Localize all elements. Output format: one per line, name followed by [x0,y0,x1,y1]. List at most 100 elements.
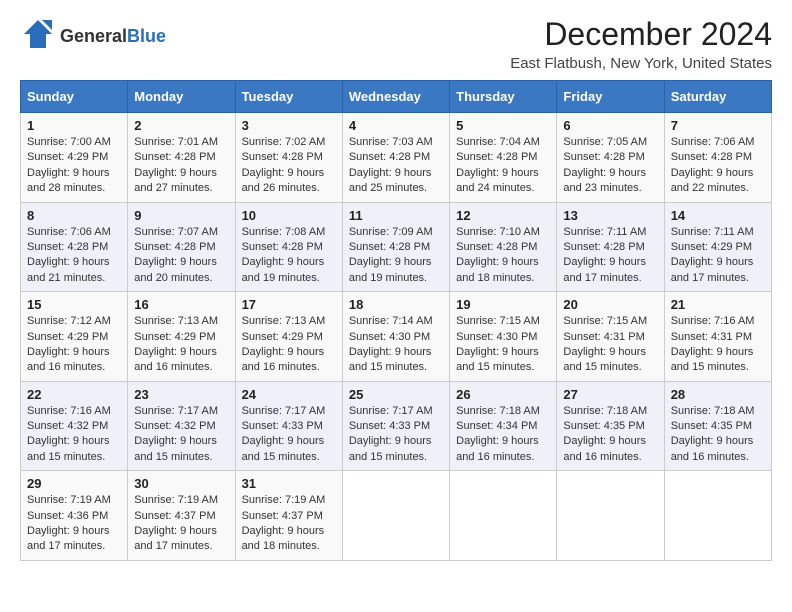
day-number: 25 [349,387,443,402]
day-number: 24 [242,387,336,402]
day-info: Sunrise: 7:18 AMSunset: 4:35 PMDaylight:… [671,404,765,466]
day-cell-20: 20 Sunrise: 7:15 AMSunset: 4:31 PMDayligh… [557,292,664,382]
day-number: 29 [27,476,121,491]
empty-cell [664,471,771,561]
header: General Blue December 2024 East Flatbush… [20,16,772,72]
header-friday: Friday [557,81,664,113]
day-number: 9 [134,208,228,223]
header-sunday: Sunday [21,81,128,113]
day-cell-6: 6 Sunrise: 7:05 AMSunset: 4:28 PMDaylight… [557,113,664,203]
day-number: 6 [563,118,657,133]
day-info: Sunrise: 7:13 AMSunset: 4:29 PMDaylight:… [134,314,228,376]
day-info: Sunrise: 7:15 AMSunset: 4:30 PMDaylight:… [456,314,550,376]
day-info: Sunrise: 7:19 AMSunset: 4:37 PMDaylight:… [134,493,228,555]
day-number: 7 [671,118,765,133]
day-cell-15: 15Sunrise: 7:12 AMSunset: 4:29 PMDayligh… [21,292,128,382]
day-cell-8: 8 Sunrise: 7:06 AMSunset: 4:28 PMDaylight… [21,202,128,292]
day-info: Sunrise: 7:13 AMSunset: 4:29 PMDaylight:… [242,314,336,376]
day-number: 4 [349,118,443,133]
header-saturday: Saturday [664,81,771,113]
page-title: December 2024 [510,16,772,53]
day-info: Sunrise: 7:02 AMSunset: 4:28 PMDaylight:… [242,135,336,197]
logo-icon [20,16,56,57]
day-info: Sunrise: 7:16 AMSunset: 4:31 PMDaylight:… [671,314,765,376]
day-number: 27 [563,387,657,402]
day-cell-2: 2Sunrise: 7:01 AMSunset: 4:28 PMDaylight… [128,113,235,203]
day-number: 18 [349,297,443,312]
header-tuesday: Tuesday [235,81,342,113]
empty-cell [450,471,557,561]
day-info: Sunrise: 7:15 AMSunset: 4:31 PMDaylight:… [563,314,657,376]
day-cell-24: 24 Sunrise: 7:17 AMSunset: 4:33 PMDayligh… [235,381,342,471]
day-number: 28 [671,387,765,402]
calendar-week-1: 1 Sunrise: 7:00 AMSunset: 4:29 PMDaylight… [21,113,772,203]
day-cell-10: 10 Sunrise: 7:08 AMSunset: 4:28 PMDayligh… [235,202,342,292]
calendar-week-3: 15Sunrise: 7:12 AMSunset: 4:29 PMDayligh… [21,292,772,382]
day-number: 12 [456,208,550,223]
day-info: Sunrise: 7:17 AMSunset: 4:33 PMDaylight:… [242,404,336,466]
day-cell-4: 4 Sunrise: 7:03 AMSunset: 4:28 PMDaylight… [342,113,449,203]
day-cell-31: 31 Sunrise: 7:19 AMSunset: 4:37 PMDayligh… [235,471,342,561]
empty-cell [342,471,449,561]
day-cell-1: 1 Sunrise: 7:00 AMSunset: 4:29 PMDaylight… [21,113,128,203]
logo-blue: Blue [127,27,166,47]
day-cell-25: 25Sunrise: 7:17 AMSunset: 4:33 PMDayligh… [342,381,449,471]
day-cell-29: 29 Sunrise: 7:19 AMSunset: 4:36 PMDayligh… [21,471,128,561]
day-info: Sunrise: 7:03 AMSunset: 4:28 PMDaylight:… [349,135,443,197]
day-info: Sunrise: 7:18 AMSunset: 4:35 PMDaylight:… [563,404,657,466]
day-number: 17 [242,297,336,312]
day-cell-9: 9 Sunrise: 7:07 AMSunset: 4:28 PMDaylight… [128,202,235,292]
day-info: Sunrise: 7:01 AMSunset: 4:28 PMDaylight:… [134,135,228,197]
day-cell-19: 19 Sunrise: 7:15 AMSunset: 4:30 PMDayligh… [450,292,557,382]
day-number: 14 [671,208,765,223]
day-info: Sunrise: 7:04 AMSunset: 4:28 PMDaylight:… [456,135,550,197]
day-info: Sunrise: 7:07 AMSunset: 4:28 PMDaylight:… [134,225,228,287]
day-number: 21 [671,297,765,312]
header-monday: Monday [128,81,235,113]
day-info: Sunrise: 7:11 AMSunset: 4:28 PMDaylight:… [563,225,657,287]
day-cell-27: 27 Sunrise: 7:18 AMSunset: 4:35 PMDayligh… [557,381,664,471]
day-cell-13: 13 Sunrise: 7:11 AMSunset: 4:28 PMDayligh… [557,202,664,292]
logo: General Blue [20,16,166,57]
day-info: Sunrise: 7:08 AMSunset: 4:28 PMDaylight:… [242,225,336,287]
day-number: 13 [563,208,657,223]
day-cell-12: 12Sunrise: 7:10 AMSunset: 4:28 PMDayligh… [450,202,557,292]
subtitle: East Flatbush, New York, United States [510,55,772,72]
day-info: Sunrise: 7:19 AMSunset: 4:36 PMDaylight:… [27,493,121,555]
day-number: 19 [456,297,550,312]
title-area: December 2024 East Flatbush, New York, U… [510,16,772,72]
calendar-week-4: 22Sunrise: 7:16 AMSunset: 4:32 PMDayligh… [21,381,772,471]
day-cell-30: 30Sunrise: 7:19 AMSunset: 4:37 PMDayligh… [128,471,235,561]
day-number: 31 [242,476,336,491]
header-wednesday: Wednesday [342,81,449,113]
day-number: 10 [242,208,336,223]
empty-cell [557,471,664,561]
day-info: Sunrise: 7:19 AMSunset: 4:37 PMDaylight:… [242,493,336,555]
day-info: Sunrise: 7:09 AMSunset: 4:28 PMDaylight:… [349,225,443,287]
day-info: Sunrise: 7:12 AMSunset: 4:29 PMDaylight:… [27,314,121,376]
day-number: 11 [349,208,443,223]
day-cell-7: 7Sunrise: 7:06 AMSunset: 4:28 PMDaylight… [664,113,771,203]
day-info: Sunrise: 7:11 AMSunset: 4:29 PMDaylight:… [671,225,765,287]
day-info: Sunrise: 7:17 AMSunset: 4:32 PMDaylight:… [134,404,228,466]
day-cell-16: 16Sunrise: 7:13 AMSunset: 4:29 PMDayligh… [128,292,235,382]
calendar-table: SundayMondayTuesdayWednesdayThursdayFrid… [20,80,772,561]
day-cell-21: 21 Sunrise: 7:16 AMSunset: 4:31 PMDayligh… [664,292,771,382]
day-info: Sunrise: 7:06 AMSunset: 4:28 PMDaylight:… [27,225,121,287]
day-number: 5 [456,118,550,133]
day-cell-28: 28 Sunrise: 7:18 AMSunset: 4:35 PMDayligh… [664,381,771,471]
calendar-header-row: SundayMondayTuesdayWednesdayThursdayFrid… [21,81,772,113]
day-info: Sunrise: 7:00 AMSunset: 4:29 PMDaylight:… [27,135,121,197]
day-cell-14: 14 Sunrise: 7:11 AMSunset: 4:29 PMDayligh… [664,202,771,292]
day-number: 3 [242,118,336,133]
day-cell-26: 26Sunrise: 7:18 AMSunset: 4:34 PMDayligh… [450,381,557,471]
day-info: Sunrise: 7:05 AMSunset: 4:28 PMDaylight:… [563,135,657,197]
day-number: 1 [27,118,121,133]
day-cell-22: 22Sunrise: 7:16 AMSunset: 4:32 PMDayligh… [21,381,128,471]
day-cell-18: 18Sunrise: 7:14 AMSunset: 4:30 PMDayligh… [342,292,449,382]
day-number: 20 [563,297,657,312]
day-number: 22 [27,387,121,402]
day-number: 8 [27,208,121,223]
logo-text: General Blue [60,27,166,47]
day-cell-11: 11 Sunrise: 7:09 AMSunset: 4:28 PMDayligh… [342,202,449,292]
